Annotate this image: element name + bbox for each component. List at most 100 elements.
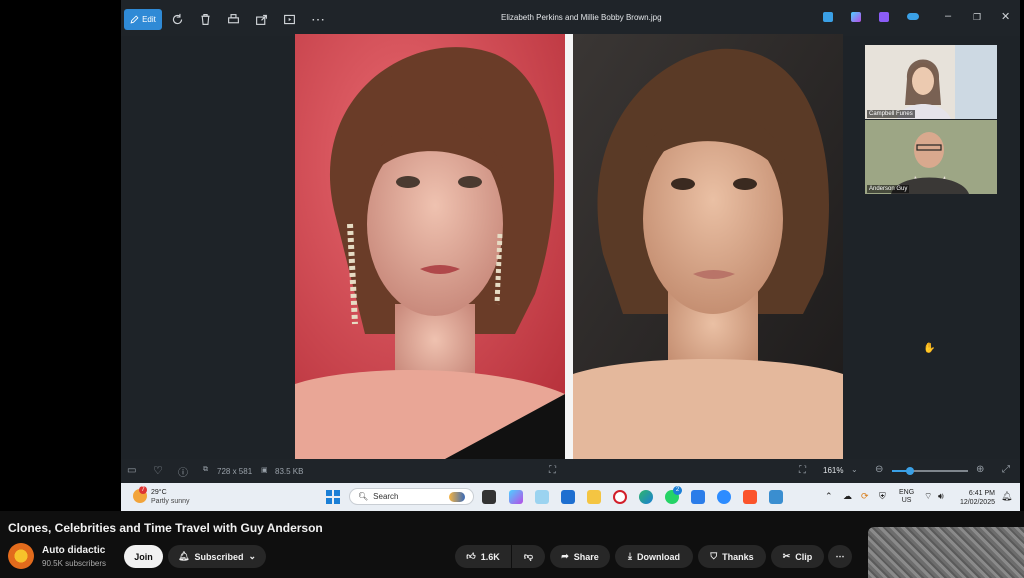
slideshow-icon	[284, 14, 295, 24]
download-button[interactable]: ⤓ Download	[615, 545, 693, 568]
zoom-app-icon[interactable]	[717, 490, 731, 504]
chevron-down-icon[interactable]: ⌄	[851, 465, 858, 474]
fit-screen-icon[interactable]: ⛶	[799, 465, 806, 476]
favorite-icon[interactable]: ♡	[153, 464, 163, 477]
sync-icon[interactable]: ⟳	[861, 491, 869, 502]
clock-time: 6:41 PM	[968, 490, 995, 497]
share-video-button[interactable]: ➦ Share	[550, 545, 610, 568]
download-label: Download	[636, 551, 680, 562]
share-arrow-icon: ➦	[561, 551, 569, 561]
share-label: Share	[573, 551, 599, 562]
lang-label: ENG	[899, 489, 915, 496]
related-video-thumbnail[interactable]	[868, 527, 1024, 578]
video-player[interactable]: Edit ⋯ Elizabeth Perkins and Millie Bobb…	[121, 0, 1020, 511]
wifi-icon[interactable]: ⌔	[924, 491, 932, 502]
info-icon[interactable]: ⓘ	[178, 464, 188, 479]
opera-icon[interactable]	[613, 490, 627, 504]
clock-date: 12/02/2025	[959, 499, 995, 506]
share-icon	[256, 14, 267, 25]
close-button[interactable]: ✕	[1001, 10, 1010, 23]
more-options-button[interactable]: ⋯	[311, 9, 325, 29]
notification-bell-icon[interactable]: 🔔︎	[1001, 491, 1012, 502]
chevron-up-icon[interactable]: ⌃	[825, 491, 833, 502]
video-metadata: Clones, Celebrities and Time Travel with…	[0, 511, 1024, 578]
zoom-out-icon[interactable]: ⊖	[875, 464, 883, 475]
slideshow-button[interactable]	[283, 9, 296, 29]
hand-cursor-icon: ✋	[923, 343, 936, 354]
clip-button[interactable]: ✂ Clip	[771, 545, 824, 568]
zoom-in-icon[interactable]: ⊕	[976, 464, 984, 475]
taskbar-search[interactable]: 🔍︎ Search	[349, 488, 474, 505]
security-icon[interactable]: ⛨	[879, 491, 886, 502]
photo-elizabeth-perkins	[295, 34, 565, 459]
weather-desc: Partly sunny	[151, 498, 190, 505]
app-tray-icon-3[interactable]	[879, 12, 889, 22]
thanks-label: Thanks	[722, 551, 754, 562]
app-tray-icon-1[interactable]	[823, 12, 833, 22]
dislike-button[interactable]: 👎︎	[512, 545, 545, 568]
edge-icon[interactable]	[639, 490, 653, 504]
windows-logo-icon	[326, 490, 332, 496]
cloud-icon[interactable]: ☁	[843, 491, 852, 502]
channel-avatar[interactable]	[8, 543, 34, 569]
minimize-button[interactable]: –	[945, 10, 951, 22]
channel-name[interactable]: Auto didactic	[42, 545, 105, 556]
clip-label: Clip	[795, 551, 813, 562]
onedrive-icon[interactable]	[907, 13, 919, 20]
rotate-button[interactable]	[171, 9, 184, 29]
rotate-icon	[172, 13, 183, 24]
fullscreen-icon[interactable]: ⤢	[1002, 464, 1010, 475]
thumbs-down-icon: 👎︎	[523, 551, 534, 561]
brave-icon[interactable]	[743, 490, 757, 504]
bell-icon: 🔔︎	[178, 551, 190, 561]
crop-icon[interactable]: ⛶	[549, 465, 556, 476]
meeting-participants: Campbell Funes Anderson Guy	[865, 45, 997, 195]
like-button[interactable]: 👍︎ 1.6K	[455, 545, 511, 568]
more-icon: ⋯	[311, 10, 325, 27]
edit-button[interactable]: Edit	[124, 9, 162, 30]
search-placeholder: Search	[373, 492, 399, 501]
restore-button[interactable]: ❐	[973, 12, 981, 23]
edit-icon	[130, 15, 139, 24]
copilot-icon[interactable]	[509, 490, 523, 504]
dimensions-icon: ⧉	[203, 466, 208, 473]
app-icon-paint[interactable]	[535, 490, 549, 504]
join-button[interactable]: Join	[124, 545, 163, 568]
window-title: Elizabeth Perkins and Millie Bobby Brown…	[501, 13, 662, 22]
language-indicator[interactable]: ENG US	[899, 489, 914, 505]
share-button[interactable]	[255, 9, 268, 29]
print-button[interactable]	[227, 9, 240, 29]
file-size: 83.5 KB	[275, 467, 304, 476]
join-label: Join	[134, 551, 153, 562]
more-actions-button[interactable]: ⋯	[828, 545, 852, 568]
zoom-slider-thumb[interactable]	[906, 467, 914, 475]
volume-icon[interactable]: 🔊︎	[938, 491, 944, 502]
subscribed-button[interactable]: 🔔︎ Subscribed ⌄	[168, 545, 266, 568]
chevron-down-icon: ⌄	[248, 551, 256, 561]
more-icon: ⋯	[835, 551, 845, 561]
like-count: 1.6K	[480, 551, 500, 562]
weather-temp: 29°C	[151, 489, 167, 496]
region-label: US	[901, 497, 912, 504]
filmstrip-icon[interactable]: ▭	[127, 465, 136, 476]
participant-tile[interactable]: Campbell Funes	[865, 45, 997, 119]
zoom-level[interactable]: 161%	[823, 466, 843, 475]
notepad-icon[interactable]	[691, 490, 705, 504]
photos-app-icon[interactable]	[769, 490, 783, 504]
download-icon: ⤓	[628, 551, 632, 561]
delete-button[interactable]	[199, 9, 212, 29]
subscribed-label: Subscribed	[194, 551, 244, 562]
thanks-icon: ⛉	[710, 551, 718, 561]
task-view-icon[interactable]	[482, 490, 496, 504]
app-tray-icon-2[interactable]	[851, 12, 861, 22]
clock[interactable]: 6:41 PM 12/02/2025	[955, 489, 995, 507]
photos-statusbar: ▭ ♡ ⓘ ⧉ 728 x 581 ▣ 83.5 KB ⛶ ⛶ 161% ⌄ ⊖…	[121, 459, 1020, 483]
participant-tile[interactable]: Anderson Guy	[865, 120, 997, 194]
zoom-slider[interactable]	[892, 467, 968, 475]
thanks-button[interactable]: ⛉ Thanks	[698, 545, 766, 568]
participant-video	[865, 45, 997, 119]
image-dimensions: 728 x 581	[217, 467, 253, 476]
start-button[interactable]	[326, 490, 340, 504]
file-explorer-icon[interactable]	[587, 490, 601, 504]
store-icon[interactable]	[561, 490, 575, 504]
